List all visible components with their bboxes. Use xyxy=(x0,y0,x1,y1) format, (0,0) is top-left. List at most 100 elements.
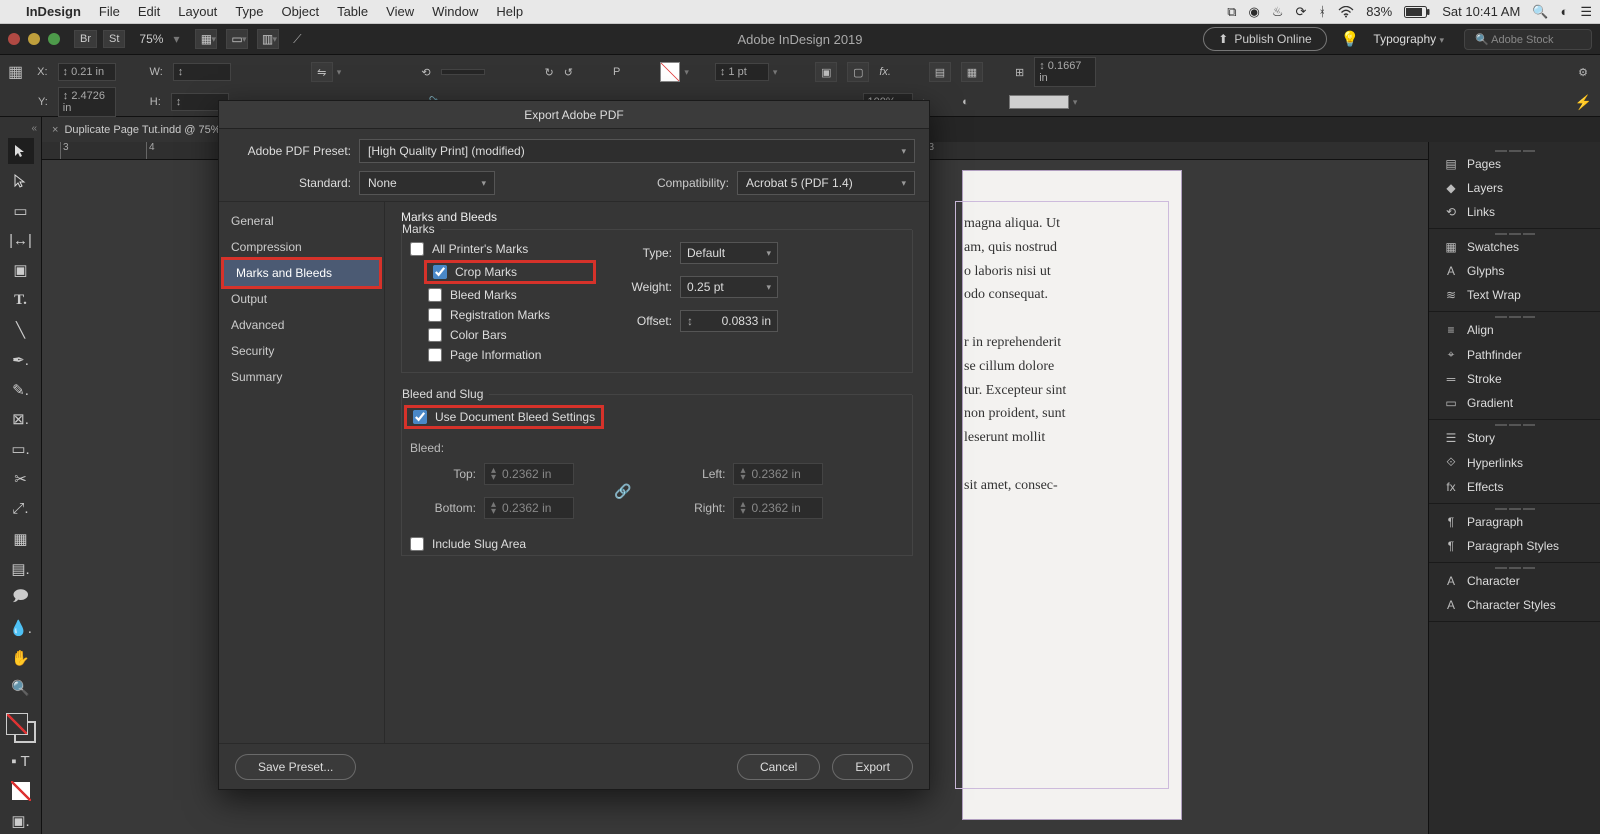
standard-select[interactable]: None▾ xyxy=(359,171,495,195)
rotate-field[interactable] xyxy=(441,69,485,75)
dim-icon[interactable]: ⊞ xyxy=(1015,66,1024,79)
panel-paragraph[interactable]: ¶Paragraph xyxy=(1429,510,1600,534)
panel-stroke[interactable]: ═Stroke xyxy=(1429,367,1600,391)
cc-icon[interactable]: ◉ xyxy=(1248,4,1259,20)
panel-paragraph-styles[interactable]: ¶Paragraph Styles xyxy=(1429,534,1600,558)
flame-icon[interactable]: ♨ xyxy=(1272,4,1284,20)
panel-layers[interactable]: ◆Layers xyxy=(1429,176,1600,200)
stroke-weight[interactable]: ↕ 1 pt xyxy=(715,63,769,81)
rotate-cw-icon[interactable]: ↻ xyxy=(545,66,554,79)
apply-color-icon[interactable]: ▪ T xyxy=(8,749,34,775)
x-field[interactable]: ↕ 0.21 in xyxy=(58,63,116,81)
rect-frame-tool-icon[interactable]: ⊠. xyxy=(8,406,34,432)
sync-icon[interactable]: ⟳ xyxy=(1295,4,1306,20)
fit-content-icon[interactable]: ▢ xyxy=(847,62,869,82)
save-preset-button[interactable]: Save Preset... xyxy=(235,754,356,780)
spotlight-icon[interactable]: 🔍 xyxy=(1532,4,1548,20)
free-transform-icon[interactable]: ⤢. xyxy=(8,496,34,522)
page-tool-icon[interactable]: ▭ xyxy=(8,198,34,224)
selection-tool-icon[interactable] xyxy=(8,138,34,164)
weight-select[interactable]: 0.25 pt▾ xyxy=(680,276,778,298)
adobe-stock-search[interactable]: 🔍 Adobe Stock xyxy=(1464,29,1592,50)
app-name[interactable]: InDesign xyxy=(26,4,81,19)
menu-object[interactable]: Object xyxy=(282,4,320,19)
document-tab[interactable]: × Duplicate Page Tut.indd @ 75% [C xyxy=(42,117,246,142)
opacity-icon[interactable]: ◐ xyxy=(962,96,969,108)
char-icon[interactable]: P xyxy=(613,66,620,78)
menu-layout[interactable]: Layout xyxy=(178,4,217,19)
panel-pages[interactable]: ▤Pages xyxy=(1429,152,1600,176)
zoom-tool-icon[interactable]: 🔍 xyxy=(8,675,34,701)
menu-view[interactable]: View xyxy=(386,4,414,19)
minimize-icon[interactable] xyxy=(28,33,40,45)
battery-icon[interactable] xyxy=(1404,6,1430,18)
gradient-feather-icon[interactable]: ▤. xyxy=(8,556,34,582)
clock[interactable]: Sat 10:41 AM xyxy=(1442,4,1520,19)
dim-field[interactable]: ↕ 0.1667 in xyxy=(1034,57,1096,87)
text-wrap-none-icon[interactable]: ▤ xyxy=(929,62,951,82)
panel-align[interactable]: ≡Align xyxy=(1429,318,1600,342)
menu-file[interactable]: File xyxy=(99,4,120,19)
sidebar-item-security[interactable]: Security xyxy=(219,338,384,364)
zoom-icon[interactable] xyxy=(48,33,60,45)
panel-glyphs[interactable]: AGlyphs xyxy=(1429,259,1600,283)
compat-select[interactable]: Acrobat 5 (PDF 1.4)▾ xyxy=(737,171,915,195)
close-tab-icon[interactable]: × xyxy=(52,124,58,136)
screen-mode-tool-icon[interactable]: ▣. xyxy=(8,808,34,834)
panel-menu-icon[interactable]: ⚙ xyxy=(1578,66,1588,79)
hand-tool-icon[interactable]: ✋ xyxy=(8,645,34,671)
fit-frame-icon[interactable]: ▣ xyxy=(815,62,837,82)
registration-marks-checkbox[interactable]: Registration Marks xyxy=(428,308,590,322)
dropbox-icon[interactable]: ⧉ xyxy=(1227,4,1236,20)
bridge-chip[interactable]: Br xyxy=(74,30,97,48)
stroke-panel-icon[interactable] xyxy=(1009,95,1069,109)
menu-type[interactable]: Type xyxy=(235,4,263,19)
rotate-ccw-icon[interactable]: ↺ xyxy=(564,66,573,79)
panel-story[interactable]: ☰Story xyxy=(1429,426,1600,450)
panel-text-wrap[interactable]: ≋Text Wrap xyxy=(1429,283,1600,307)
gpu-icon[interactable]: ⟋ xyxy=(293,32,301,47)
zoom-dd-icon[interactable]: ▾ xyxy=(173,32,179,46)
menu-table[interactable]: Table xyxy=(337,4,368,19)
notifications-icon[interactable]: ☰ xyxy=(1580,4,1592,20)
content-collector-icon[interactable]: ▣ xyxy=(8,257,34,283)
document-page[interactable]: magna aliqua. Ut am, quis nostrud o labo… xyxy=(962,170,1182,820)
use-doc-bleed-checkbox[interactable]: Use Document Bleed Settings xyxy=(413,410,595,424)
type-tool-icon[interactable]: T. xyxy=(8,287,34,313)
panel-links[interactable]: ⟲Links xyxy=(1429,200,1600,224)
zoom-level[interactable]: 75% xyxy=(139,32,163,46)
flip-h-icon[interactable]: ⇋ xyxy=(311,62,333,82)
bleed-marks-checkbox[interactable]: Bleed Marks xyxy=(428,288,590,302)
panel-character-styles[interactable]: ACharacter Styles xyxy=(1429,593,1600,617)
stock-chip[interactable]: St xyxy=(103,30,125,48)
fx-icon[interactable]: fx. xyxy=(879,66,891,78)
bluetooth-icon[interactable]: ᚼ xyxy=(1318,4,1326,19)
help-bulb-icon[interactable]: 💡 xyxy=(1341,30,1360,48)
panel-gradient[interactable]: ▭Gradient xyxy=(1429,391,1600,415)
rect-tool-icon[interactable]: ▭. xyxy=(8,436,34,462)
pencil-tool-icon[interactable]: ✎. xyxy=(8,377,34,403)
export-button[interactable]: Export xyxy=(832,754,913,780)
panel-hyperlinks[interactable]: ⟐Hyperlinks xyxy=(1429,450,1600,475)
text-frame[interactable]: magna aliqua. Ut am, quis nostrud o labo… xyxy=(955,201,1169,789)
publish-online-button[interactable]: ⬆Publish Online xyxy=(1203,27,1326,51)
wifi-icon[interactable] xyxy=(1338,6,1354,18)
gap-tool-icon[interactable]: |↔| xyxy=(8,227,34,253)
include-slug-checkbox[interactable]: Include Slug Area xyxy=(410,537,904,551)
menu-edit[interactable]: Edit xyxy=(138,4,160,19)
fill-stroke-swap[interactable] xyxy=(4,711,38,745)
fill-icon[interactable] xyxy=(660,62,680,82)
w-field[interactable]: ↕ xyxy=(173,63,231,81)
offset-field[interactable]: ↕ 0.0833 in xyxy=(680,310,778,332)
sidebar-item-output[interactable]: Output xyxy=(219,286,384,312)
y-field[interactable]: ↕ 2.4726 in xyxy=(58,87,116,117)
ref-point-icon[interactable]: ▦ xyxy=(8,62,23,82)
note-tool-icon[interactable]: 🗩 xyxy=(8,585,34,611)
menu-help[interactable]: Help xyxy=(496,4,523,19)
direct-selection-tool-icon[interactable] xyxy=(8,168,34,194)
panel-effects[interactable]: fxEffects xyxy=(1429,475,1600,499)
workspace-switcher[interactable]: Typography ▾ xyxy=(1373,32,1444,46)
cancel-button[interactable]: Cancel xyxy=(737,754,820,780)
sidebar-item-summary[interactable]: Summary xyxy=(219,364,384,390)
scissors-tool-icon[interactable]: ✂ xyxy=(8,466,34,492)
